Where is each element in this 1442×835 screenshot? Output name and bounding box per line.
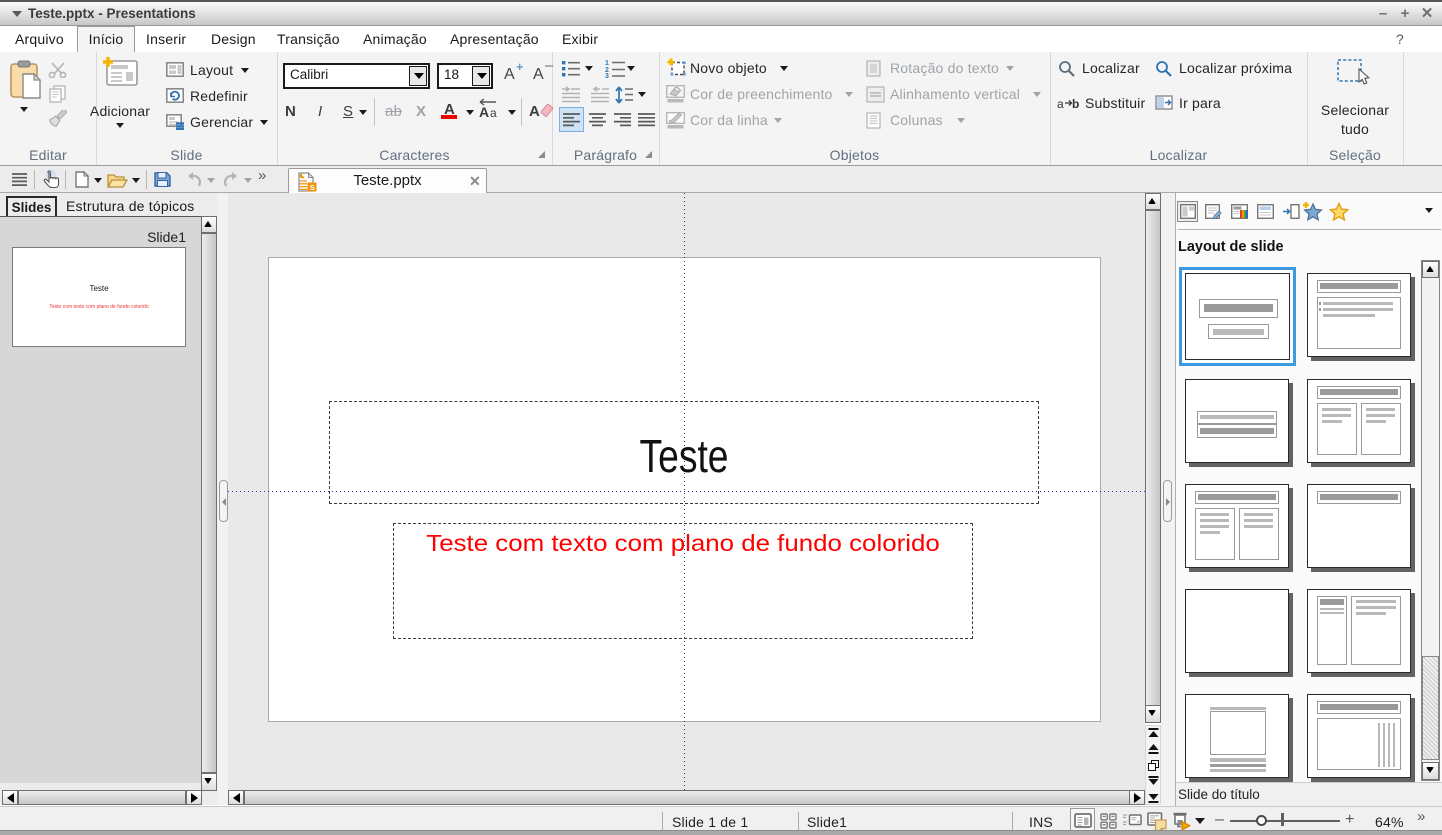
svg-text:b: b xyxy=(1072,97,1079,111)
svg-text:1: 1 xyxy=(605,60,609,67)
svg-text:3: 3 xyxy=(605,73,609,78)
svg-text:a: a xyxy=(1057,97,1064,111)
svg-text:a: a xyxy=(490,106,497,120)
svg-text:A: A xyxy=(479,104,489,120)
